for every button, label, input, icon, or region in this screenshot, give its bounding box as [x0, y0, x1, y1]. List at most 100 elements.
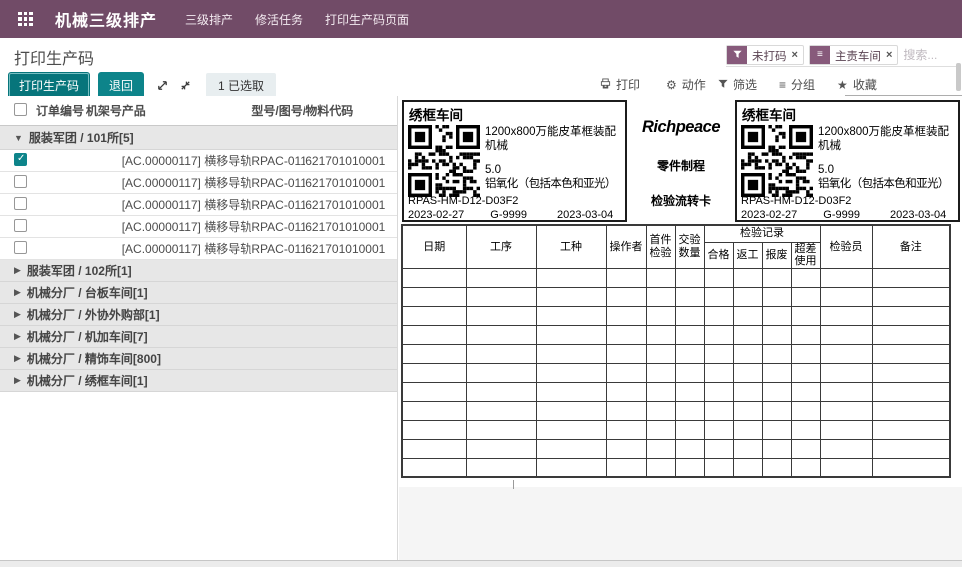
- selected-count-badge: 1 已选取: [206, 73, 276, 98]
- col-order-no[interactable]: 订单编号: [36, 102, 86, 119]
- print-menu[interactable]: 打印: [600, 76, 640, 93]
- workshop-name: 绣框车间: [737, 102, 958, 124]
- cell-model: RPAC-0117-II: [251, 242, 305, 256]
- group-row-collapsed[interactable]: ▶ 机械分厂 / 机加车间[7]: [0, 326, 397, 348]
- groupby-menu[interactable]: ≡ 分组: [779, 76, 815, 93]
- col-model[interactable]: 型号/图号/规格: [251, 102, 305, 119]
- production-label-card: 绣框车间 1200x800万能皮革框装配机械 5.0 铝氧化（包括本色和亚光） …: [402, 100, 627, 222]
- drawing-code: G-9999: [823, 209, 860, 221]
- caret-right-icon: ▶: [14, 331, 21, 342]
- empty-row: [402, 420, 950, 439]
- back-button[interactable]: 退回: [98, 72, 144, 99]
- group-row-collapsed[interactable]: ▶ 机械分厂 / 绣框车间[1]: [0, 370, 397, 392]
- table-row[interactable]: [AC.00000117] 横移导轨... RPAC-0117-II 62170…: [0, 194, 397, 216]
- header-remark: 备注: [872, 225, 950, 268]
- doc-subtitle: 零件制程: [627, 157, 735, 174]
- col-product[interactable]: 产品: [122, 102, 252, 119]
- col-rack-no[interactable]: 机架号: [86, 102, 122, 119]
- cell-material-code: 621701010001: [305, 154, 397, 168]
- brand-logo: Richpeace: [627, 118, 735, 137]
- header-qty: 交验数量: [675, 225, 704, 268]
- empty-row: [402, 401, 950, 420]
- cell-product: [AC.00000117] 横移导轨...: [122, 196, 252, 213]
- col-material-code[interactable]: 物料代码: [305, 102, 397, 119]
- cell-product: [AC.00000117] 横移导轨...: [122, 218, 252, 235]
- version: 5.0: [818, 163, 954, 177]
- filter-menu[interactable]: 筛选: [718, 76, 757, 93]
- cell-product: [AC.00000117] 横移导轨...: [122, 174, 252, 191]
- header-worktype: 工种: [536, 225, 606, 268]
- document-heading: Richpeace 零件制程 检验流转卡: [627, 100, 735, 222]
- empty-row: [402, 458, 950, 477]
- product-description: 1200x800万能皮革框装配机械: [818, 125, 954, 155]
- empty-row: [402, 325, 950, 344]
- app-title: 机械三级排产: [55, 7, 157, 31]
- product-description: 1200x800万能皮革框装配机械: [485, 125, 621, 155]
- collapse-icon[interactable]: [179, 79, 192, 92]
- cell-model: RPAC-0117-II: [251, 154, 305, 168]
- remove-facet-icon[interactable]: ×: [791, 46, 803, 64]
- empty-row: [402, 287, 950, 306]
- cell-material-code: 621701010001: [305, 242, 397, 256]
- header-rework: 返工: [733, 242, 762, 268]
- cell-product: [AC.00000117] 横移导轨...: [122, 240, 252, 257]
- group-row-collapsed[interactable]: ▶ 服装军团 / 102所[1]: [0, 260, 397, 282]
- facet-not-printed[interactable]: 未打码 ×: [726, 45, 804, 65]
- caret-right-icon: ▶: [14, 375, 21, 386]
- workshop-name: 绣框车间: [404, 102, 625, 124]
- empty-row: [402, 439, 950, 458]
- qr-code: [408, 125, 480, 197]
- row-checkbox[interactable]: [14, 175, 27, 188]
- table-row[interactable]: [AC.00000117] 横移导轨... RPAC-0117-II 62170…: [0, 216, 397, 238]
- drawing-code: G-9999: [490, 209, 527, 221]
- action-menu[interactable]: ⚙ 动作: [666, 76, 706, 93]
- top-navbar: 机械三级排产 三级排产 修活任务 打印生产码页面: [0, 0, 962, 38]
- table-row[interactable]: [AC.00000117] 横移导轨... RPAC-0117-II 62170…: [0, 238, 397, 260]
- group-row-collapsed[interactable]: ▶ 机械分厂 / 台板车间[1]: [0, 282, 397, 304]
- page-title: 打印生产码: [14, 45, 94, 69]
- date-end: 2023-03-04: [890, 209, 946, 221]
- row-checkbox[interactable]: [14, 153, 27, 166]
- horizontal-scrollbar[interactable]: [0, 560, 962, 567]
- header-inspector: 检验员: [820, 225, 872, 268]
- filter-icon: [718, 78, 728, 92]
- header-first-inspect: 首件检验: [646, 225, 675, 268]
- apps-grid-icon[interactable]: [18, 12, 33, 27]
- group-row-collapsed[interactable]: ▶ 机械分厂 / 精饰车间[800]: [0, 348, 397, 370]
- group-icon: ≡: [779, 78, 786, 92]
- cell-material-code: 621701010001: [305, 220, 397, 234]
- menu-repair-tasks[interactable]: 修活任务: [255, 11, 303, 28]
- row-checkbox[interactable]: [14, 241, 27, 254]
- row-checkbox[interactable]: [14, 197, 27, 210]
- menu-scheduling[interactable]: 三级排产: [185, 11, 233, 28]
- search-bar: 未打码 × ≡ 主责车间 ×: [726, 43, 956, 67]
- vertical-scrollbar[interactable]: [956, 63, 961, 91]
- cell-model: RPAC-0117-II: [251, 220, 305, 234]
- select-all-checkbox[interactable]: [14, 103, 27, 116]
- list-header: 订单编号 机架号 产品 型号/图号/规格 物料代码: [0, 96, 397, 126]
- star-icon: ★: [837, 78, 848, 92]
- search-input[interactable]: [903, 48, 957, 62]
- header-inspection-record: 检验记录: [704, 225, 820, 242]
- gear-icon: ⚙: [666, 78, 677, 92]
- table-row[interactable]: [AC.00000117] 横移导轨... RPAC-0117-II 62170…: [0, 150, 397, 172]
- facet-main-workshop[interactable]: ≡ 主责车间 ×: [809, 45, 898, 65]
- remove-facet-icon[interactable]: ×: [885, 46, 897, 64]
- header-process: 工序: [466, 225, 536, 268]
- empty-row: [402, 382, 950, 401]
- group-row-collapsed[interactable]: ▶ 机械分厂 / 外协外购部[1]: [0, 304, 397, 326]
- expand-icon[interactable]: [156, 79, 169, 92]
- header-scrap: 报废: [762, 242, 791, 268]
- group-row-expanded[interactable]: ▼ 服装军团 / 101所[5]: [0, 126, 397, 150]
- date-end: 2023-03-04: [557, 209, 613, 221]
- favorites-menu[interactable]: ★ 收藏: [837, 76, 877, 93]
- production-label-card: 绣框车间 1200x800万能皮革框装配机械 5.0 铝氧化（包括本色和亚光） …: [735, 100, 960, 222]
- surface-finish: 铝氧化（包括本色和亚光）: [818, 177, 954, 191]
- header-pass: 合格: [704, 242, 733, 268]
- row-checkbox[interactable]: [14, 219, 27, 232]
- table-row[interactable]: [AC.00000117] 横移导轨... RPAC-0117-II 62170…: [0, 172, 397, 194]
- print-production-code-button[interactable]: 打印生产码: [8, 72, 90, 99]
- cell-material-code: 621701010001: [305, 176, 397, 190]
- inspection-routing-table: 日期 工序 工种 操作者 首件检验 交验数量 检验记录 检验员 备注 合格 返工…: [401, 224, 951, 478]
- menu-print-code-page[interactable]: 打印生产码页面: [325, 11, 409, 28]
